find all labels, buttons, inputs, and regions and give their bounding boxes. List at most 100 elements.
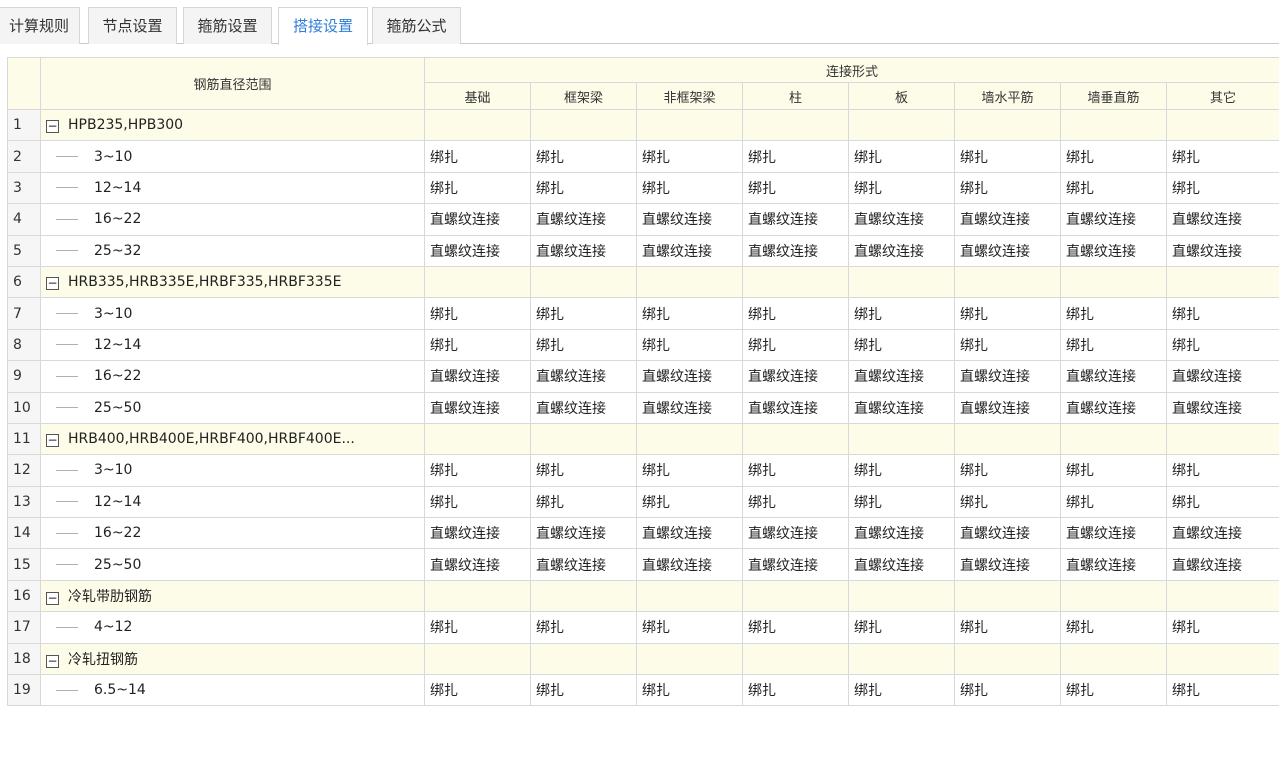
connection-type-cell[interactable]: [1165, 642, 1279, 676]
connection-type-cell[interactable]: 直螺纹连接: [424, 391, 531, 424]
collapse-minus-icon[interactable]: −: [46, 277, 59, 291]
connection-type-cell[interactable]: [424, 579, 531, 613]
connection-type-cell[interactable]: 直螺纹连接: [636, 548, 743, 581]
row-number[interactable]: 17: [7, 611, 41, 644]
connection-type-cell[interactable]: 直螺纹连接: [424, 548, 531, 581]
connection-type-cell[interactable]: 绑扎: [636, 171, 743, 205]
row-number[interactable]: 6: [7, 265, 41, 299]
connection-type-cell[interactable]: [636, 422, 743, 456]
connection-type-cell[interactable]: 绑扎: [424, 485, 531, 519]
row-number[interactable]: 18: [7, 642, 41, 676]
connection-type-cell[interactable]: 直螺纹连接: [954, 517, 1061, 550]
connection-type-cell[interactable]: 直螺纹连接: [1165, 517, 1279, 550]
tab-stirrup-formula[interactable]: 箍筋公式: [372, 7, 461, 44]
connection-type-cell[interactable]: [954, 642, 1061, 676]
connection-type-cell[interactable]: 绑扎: [848, 454, 955, 487]
connection-type-cell[interactable]: [954, 108, 1061, 142]
group-label-cell[interactable]: − HRB400,HRB400E,HRBF400,HRBF400E...: [40, 422, 425, 456]
connection-type-cell[interactable]: 绑扎: [954, 297, 1061, 330]
row-number[interactable]: 14: [7, 517, 41, 550]
connection-type-cell[interactable]: 直螺纹连接: [636, 234, 743, 267]
connection-type-cell[interactable]: 绑扎: [636, 454, 743, 487]
group-label-cell[interactable]: − HRB335,HRB335E,HRBF335,HRBF335E: [40, 265, 425, 299]
connection-type-cell[interactable]: 绑扎: [742, 297, 849, 330]
connection-type-cell[interactable]: 直螺纹连接: [424, 234, 531, 267]
connection-type-cell[interactable]: 绑扎: [530, 171, 637, 205]
connection-type-cell[interactable]: 绑扎: [848, 328, 955, 362]
connection-type-cell[interactable]: 绑扎: [954, 140, 1061, 173]
connection-type-cell[interactable]: 直螺纹连接: [530, 234, 637, 267]
connection-type-cell[interactable]: 绑扎: [424, 674, 531, 707]
row-number[interactable]: 11: [7, 422, 41, 456]
connection-type-cell[interactable]: 直螺纹连接: [742, 548, 849, 581]
connection-type-cell[interactable]: 绑扎: [424, 611, 531, 644]
connection-type-cell[interactable]: [848, 422, 955, 456]
connection-type-cell[interactable]: 直螺纹连接: [424, 360, 531, 393]
connection-type-cell[interactable]: 直螺纹连接: [1165, 548, 1279, 581]
tab-stirrup-settings[interactable]: 箍筋设置: [183, 7, 272, 44]
diameter-range-cell[interactable]: 3~10: [40, 454, 425, 487]
connection-type-cell[interactable]: 绑扎: [1060, 611, 1167, 644]
connection-type-cell[interactable]: [424, 642, 531, 676]
connection-type-cell[interactable]: 绑扎: [954, 674, 1061, 707]
connection-type-cell[interactable]: 绑扎: [636, 485, 743, 519]
connection-type-cell[interactable]: [954, 265, 1061, 299]
connection-type-cell[interactable]: [1165, 108, 1279, 142]
connection-type-cell[interactable]: 直螺纹连接: [636, 360, 743, 393]
connection-type-cell[interactable]: 绑扎: [636, 140, 743, 173]
connection-type-cell[interactable]: [424, 422, 531, 456]
connection-type-cell[interactable]: 直螺纹连接: [954, 391, 1061, 424]
connection-type-cell[interactable]: 绑扎: [848, 297, 955, 330]
connection-type-cell[interactable]: 绑扎: [742, 485, 849, 519]
connection-type-cell[interactable]: 绑扎: [1165, 454, 1279, 487]
connection-type-cell[interactable]: [1165, 579, 1279, 613]
connection-type-cell[interactable]: 绑扎: [636, 674, 743, 707]
header-col-other[interactable]: 其它: [1165, 82, 1279, 110]
connection-type-cell[interactable]: 直螺纹连接: [530, 391, 637, 424]
connection-type-cell[interactable]: 绑扎: [1165, 140, 1279, 173]
connection-type-cell[interactable]: [636, 108, 743, 142]
group-label-cell[interactable]: − 冷轧带肋钢筋: [40, 579, 425, 613]
diameter-range-cell[interactable]: 3~10: [40, 140, 425, 173]
connection-type-cell[interactable]: 绑扎: [530, 454, 637, 487]
connection-type-cell[interactable]: 绑扎: [742, 328, 849, 362]
collapse-minus-icon[interactable]: −: [46, 654, 59, 668]
connection-type-cell[interactable]: 绑扎: [848, 611, 955, 644]
connection-type-cell[interactable]: 绑扎: [530, 328, 637, 362]
connection-type-cell[interactable]: 直螺纹连接: [1060, 360, 1167, 393]
connection-type-cell[interactable]: 直螺纹连接: [848, 360, 955, 393]
header-diameter-range[interactable]: 钢筋直径范围: [40, 57, 425, 110]
connection-type-cell[interactable]: 直螺纹连接: [848, 234, 955, 267]
connection-type-cell[interactable]: [636, 642, 743, 676]
row-number[interactable]: 10: [7, 391, 41, 424]
group-label-cell[interactable]: − HPB235,HPB300: [40, 108, 425, 142]
diameter-range-cell[interactable]: 16~22: [40, 360, 425, 393]
connection-type-cell[interactable]: 绑扎: [424, 297, 531, 330]
connection-type-cell[interactable]: 绑扎: [848, 674, 955, 707]
collapse-minus-icon[interactable]: −: [46, 434, 59, 448]
connection-type-cell[interactable]: [530, 579, 637, 613]
connection-type-cell[interactable]: 绑扎: [1060, 171, 1167, 205]
connection-type-cell[interactable]: [742, 265, 849, 299]
connection-type-cell[interactable]: 直螺纹连接: [1060, 548, 1167, 581]
row-number[interactable]: 19: [7, 674, 41, 707]
connection-type-cell[interactable]: [530, 642, 637, 676]
connection-type-cell[interactable]: [424, 108, 531, 142]
collapse-minus-icon[interactable]: −: [46, 120, 59, 134]
connection-type-cell[interactable]: 绑扎: [1165, 485, 1279, 519]
connection-type-cell[interactable]: 绑扎: [530, 611, 637, 644]
connection-type-cell[interactable]: 绑扎: [1060, 674, 1167, 707]
connection-type-cell[interactable]: 绑扎: [1165, 297, 1279, 330]
header-col-wall-horizontal[interactable]: 墙水平筋: [954, 82, 1061, 110]
tab-calc-rules[interactable]: 计算规则: [0, 7, 80, 44]
connection-type-cell[interactable]: 直螺纹连接: [954, 548, 1061, 581]
connection-type-cell[interactable]: 直螺纹连接: [848, 517, 955, 550]
header-col-frame-beam[interactable]: 框架梁: [530, 82, 637, 110]
diameter-range-cell[interactable]: 16~22: [40, 203, 425, 236]
connection-type-cell[interactable]: 直螺纹连接: [530, 203, 637, 236]
connection-type-cell[interactable]: [954, 579, 1061, 613]
connection-type-cell[interactable]: 直螺纹连接: [848, 391, 955, 424]
diameter-range-cell[interactable]: 25~32: [40, 234, 425, 267]
connection-type-cell[interactable]: [742, 108, 849, 142]
connection-type-cell[interactable]: 直螺纹连接: [848, 548, 955, 581]
